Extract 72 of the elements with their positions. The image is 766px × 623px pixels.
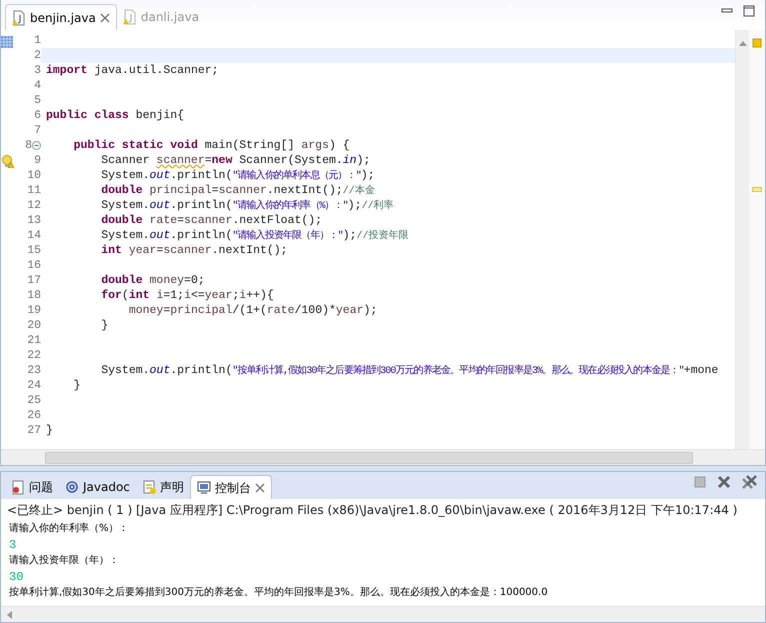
line-number: 3 [33, 63, 41, 78]
panel-tab[interactable]: Javadoc [59, 475, 136, 499]
remove-icon[interactable] [717, 475, 731, 489]
horizontal-scrollbar-thumb[interactable] [45, 452, 693, 464]
line-number: 27 [26, 423, 41, 438]
code-line: import java.util.Scanner; [46, 63, 219, 78]
line-number: 22 [26, 348, 41, 363]
code-line: for(int i=1;i<=year;i++){ [100, 288, 274, 303]
code-line: System.out.println("按单利计算,假如30年之后要筹措到300万元的养老金。平均的年回报率是3%。那么。现在必须投入的本金是："+mone [100, 362, 718, 378]
console-line: 30 [9, 569, 24, 585]
line-number: 18 [26, 288, 41, 303]
line-number: 26 [26, 408, 41, 423]
code-line: System.out.println("请输入你的单利本息（元）："); [100, 168, 375, 184]
code-line: public class benjin{ [46, 108, 184, 123]
warning-summary-icon [752, 38, 762, 48]
line-number: 13 [26, 213, 41, 228]
problems-icon [11, 480, 25, 494]
panel-tab[interactable]: 控制台 [190, 475, 272, 499]
close-icon[interactable] [254, 482, 265, 492]
code-line: } [72, 378, 81, 393]
lightbulb-warning-icon[interactable] [1, 155, 15, 168]
java-file-icon [122, 9, 137, 25]
panel-tab[interactable]: 声明 [136, 475, 190, 499]
code-line: System.out.println("请输入你的年利率（%）：");//利率 [100, 198, 394, 214]
console-line: 3 [9, 537, 18, 553]
line-number: 10 [26, 168, 41, 183]
line-number: 20 [26, 318, 41, 333]
code-line: } [46, 423, 53, 438]
document-icon [142, 480, 156, 494]
editor-tab[interactable]: benjin.java [5, 4, 117, 30]
line-number: 9 [33, 153, 41, 168]
scroll-left-icon[interactable] [5, 610, 13, 620]
line-number: 17 [26, 273, 41, 288]
line-number: 5 [33, 93, 41, 108]
warning-marker-icon [752, 187, 762, 192]
monitor-icon [196, 480, 211, 495]
line-number: 7 [33, 123, 41, 138]
line-number: 1 [33, 33, 41, 48]
code-line: } [100, 318, 108, 333]
code-line: System.out.println("请输入投资年限（年）：");//投资年限 [100, 228, 409, 244]
code-line: money=principal/(1+(rate/100)*year); [128, 303, 378, 318]
java-file-icon [12, 10, 26, 26]
console-line: 请输入你的年利率（%）： [9, 522, 130, 536]
line-number: 2 [33, 48, 41, 63]
remove-all-icon[interactable] [741, 475, 757, 491]
scroll-up-icon[interactable] [738, 38, 748, 47]
line-number: 19 [26, 303, 41, 318]
line-number: 14 [26, 228, 41, 243]
line-number: 15 [26, 243, 41, 258]
line-number: 4 [33, 78, 41, 93]
line-number: 21 [26, 333, 41, 348]
line-number: 16 [26, 258, 41, 273]
console-line: 按单利计算,假如30年之后要筹措到300万元的养老金。平均的年回报率是3%。那么。现在必须投入的本金是：100000.0 [9, 586, 549, 600]
line-number: 12 [26, 198, 41, 213]
maximize-icon[interactable] [743, 5, 755, 17]
code-line: double principal=scanner.nextInt();//本金 [100, 182, 375, 198]
code-line: double rate=scanner.nextFloat(); [100, 213, 322, 228]
line-number: 6 [33, 108, 41, 123]
line-number: 23 [26, 363, 41, 378]
close-icon[interactable] [100, 12, 110, 22]
console-title: <已终止> benjin ( 1 ) [Java 应用程序] C:\Program Files (x86)\Java\jre1.8.0_60\bin\javaw.exe ( 2016年3月12日 下午10:17:44 ) [6, 502, 738, 519]
collapse-icon[interactable] [32, 141, 41, 150]
line-number: 25 [26, 393, 41, 408]
code-line: int year=scanner.nextInt(); [100, 243, 288, 258]
code-line: double money=0; [100, 273, 205, 288]
code-line: Scanner scanner=new Scanner(System.in); [100, 153, 370, 168]
code-line: public static void main(String[] args) { [72, 138, 350, 153]
line-number: 8 [24, 138, 32, 153]
line-number: 24 [26, 378, 41, 393]
line-number: 11 [26, 183, 41, 198]
panel-tab[interactable]: 问题 [5, 475, 59, 499]
console-line: 请输入投资年限（年）： [9, 554, 120, 568]
